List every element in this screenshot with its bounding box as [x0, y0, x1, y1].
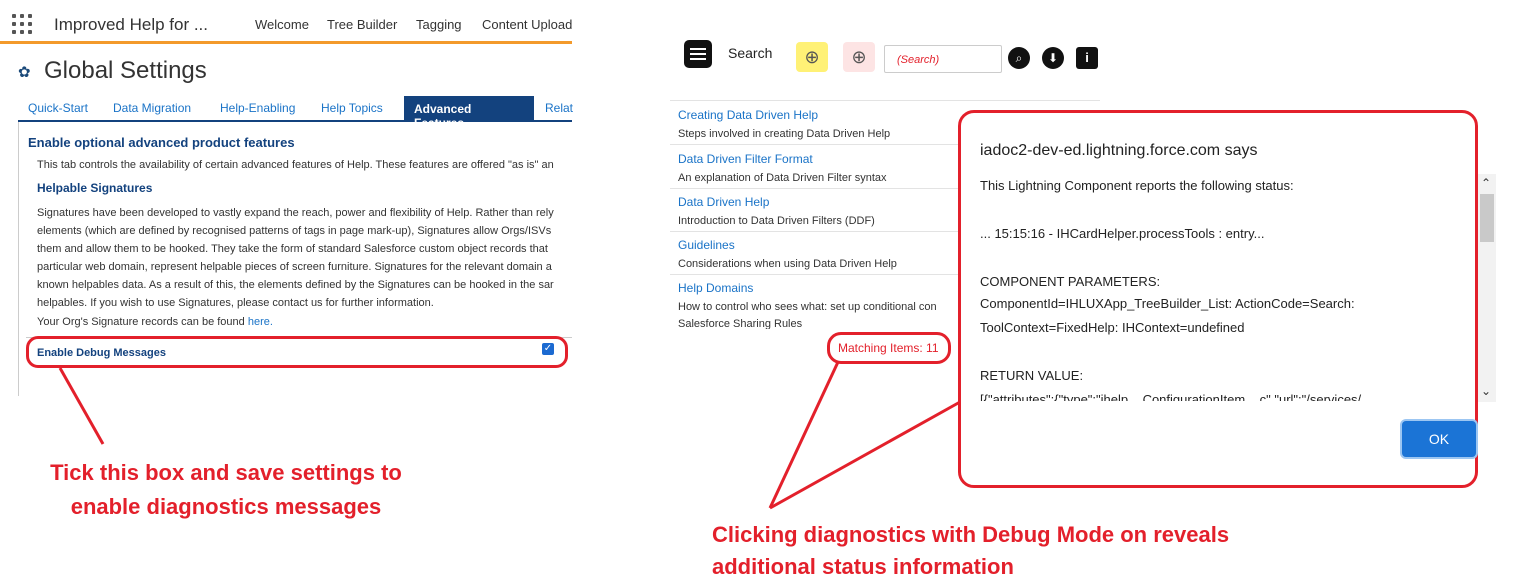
download-icon[interactable]: ⬇: [1042, 47, 1064, 69]
signatures-text: particular web domain, represent helpabl…: [37, 261, 552, 273]
tab-advanced-features[interactable]: Advanced Features: [404, 96, 534, 130]
list-divider: [670, 100, 1100, 101]
list-divider: [670, 144, 970, 145]
scrollbar-thumb[interactable]: [1480, 194, 1494, 242]
signature-records-line: Your Org's Signature records can be foun…: [37, 316, 570, 328]
tab-quick-start[interactable]: Quick-Start: [28, 101, 88, 115]
signatures-text: them and allow them to be hooked. They t…: [37, 243, 548, 255]
tab-related[interactable]: Relat: [545, 101, 573, 115]
dialog-line: COMPONENT PARAMETERS:: [980, 274, 1161, 289]
nav-tree-builder[interactable]: Tree Builder: [327, 17, 397, 32]
dialog-line: ... 15:15:16 - IHCardHelper.processTools…: [980, 226, 1265, 241]
nav-content-upload[interactable]: Content Upload: [482, 17, 572, 32]
left-callout: Tick this box and save settings to enabl…: [0, 460, 452, 520]
page-title: Global Settings: [44, 57, 207, 84]
list-item-desc: How to control who sees what: set up con…: [678, 301, 937, 313]
crosshair-icon[interactable]: ⊕: [843, 42, 875, 72]
list-item-title[interactable]: Help Domains: [678, 281, 753, 295]
callout-line: additional status information: [712, 554, 1014, 579]
list-item-desc: Introduction to Data Driven Filters (DDF…: [678, 215, 875, 227]
section-title: Enable optional advanced product feature…: [28, 135, 295, 150]
dialog-line: [{"attributes":{"type":"ihelp__Configura…: [980, 392, 1362, 401]
signature-records-text: Your Org's Signature records can be foun…: [37, 316, 245, 328]
search-input[interactable]: (Search): [884, 45, 1002, 73]
tab-data-migration[interactable]: Data Migration: [113, 101, 191, 115]
here-link[interactable]: here.: [248, 316, 273, 328]
ok-button[interactable]: OK: [1402, 421, 1476, 457]
list-item-desc: Steps involved in creating Data Driven H…: [678, 128, 891, 140]
nav-tagging[interactable]: Tagging: [416, 17, 462, 32]
gear-icon: ✿: [18, 64, 31, 81]
dialog-line: ToolContext=FixedHelp: IHContext=undefin…: [980, 320, 1245, 335]
app-title: Improved Help for ...: [54, 15, 209, 34]
callout-line: Clicking diagnostics with Debug Mode on …: [712, 522, 1230, 547]
info-icon[interactable]: i: [1076, 47, 1098, 69]
signatures-heading: Helpable Signatures: [37, 181, 153, 195]
list-item-title[interactable]: Data Driven Filter Format: [678, 152, 813, 166]
crosshair-icon[interactable]: ⊕: [796, 42, 828, 72]
dialog-line: RETURN VALUE:: [980, 368, 1084, 383]
menu-icon[interactable]: [684, 40, 712, 68]
signatures-text: known helpables data. As a result of thi…: [37, 279, 554, 291]
list-item-desc: An explanation of Data Driven Filter syn…: [678, 172, 887, 184]
list-item-title[interactable]: Data Driven Help: [678, 195, 769, 209]
right-callout: Clicking diagnostics with Debug Mode on …: [712, 522, 1229, 580]
callout-line: enable diagnostics messages: [70, 494, 382, 519]
signatures-text: Signatures have been developed to vastly…: [37, 207, 554, 219]
dialog-line: This Lightning Component reports the fol…: [980, 178, 1294, 193]
search-icon[interactable]: ⌕: [1008, 47, 1030, 69]
intro-text: This tab controls the availability of ce…: [37, 159, 554, 171]
highlight-matching-items: [827, 332, 951, 364]
list-item-title[interactable]: Guidelines: [678, 238, 735, 252]
scroll-down-icon[interactable]: ⌄: [1481, 384, 1491, 398]
app-launcher-icon[interactable]: [12, 14, 32, 34]
highlight-debug-row: [26, 336, 568, 368]
list-item-desc: Salesforce Sharing Rules: [678, 318, 803, 329]
list-item-title[interactable]: Creating Data Driven Help: [678, 108, 818, 122]
tab-help-topics[interactable]: Help Topics: [321, 101, 383, 115]
dialog-title: iadoc2-dev-ed.lightning.force.com says: [980, 142, 1258, 159]
list-divider: [670, 274, 970, 275]
list-divider: [670, 188, 970, 189]
signatures-text: elements (which are defined by recognise…: [37, 225, 552, 237]
dialog-line: ComponentId=IHLUXApp_TreeBuilder_List: A…: [980, 296, 1355, 311]
search-label: Search: [728, 45, 773, 61]
callout-line: Tick this box and save settings to: [50, 460, 402, 485]
nav-welcome[interactable]: Welcome: [255, 17, 309, 32]
scroll-up-icon[interactable]: ⌃: [1481, 176, 1491, 190]
list-divider: [670, 231, 970, 232]
list-item-desc: Considerations when using Data Driven He…: [678, 258, 897, 270]
signatures-text: helpables. If you wish to use Signatures…: [37, 297, 434, 309]
tab-help-enabling[interactable]: Help-Enabling: [220, 101, 295, 115]
